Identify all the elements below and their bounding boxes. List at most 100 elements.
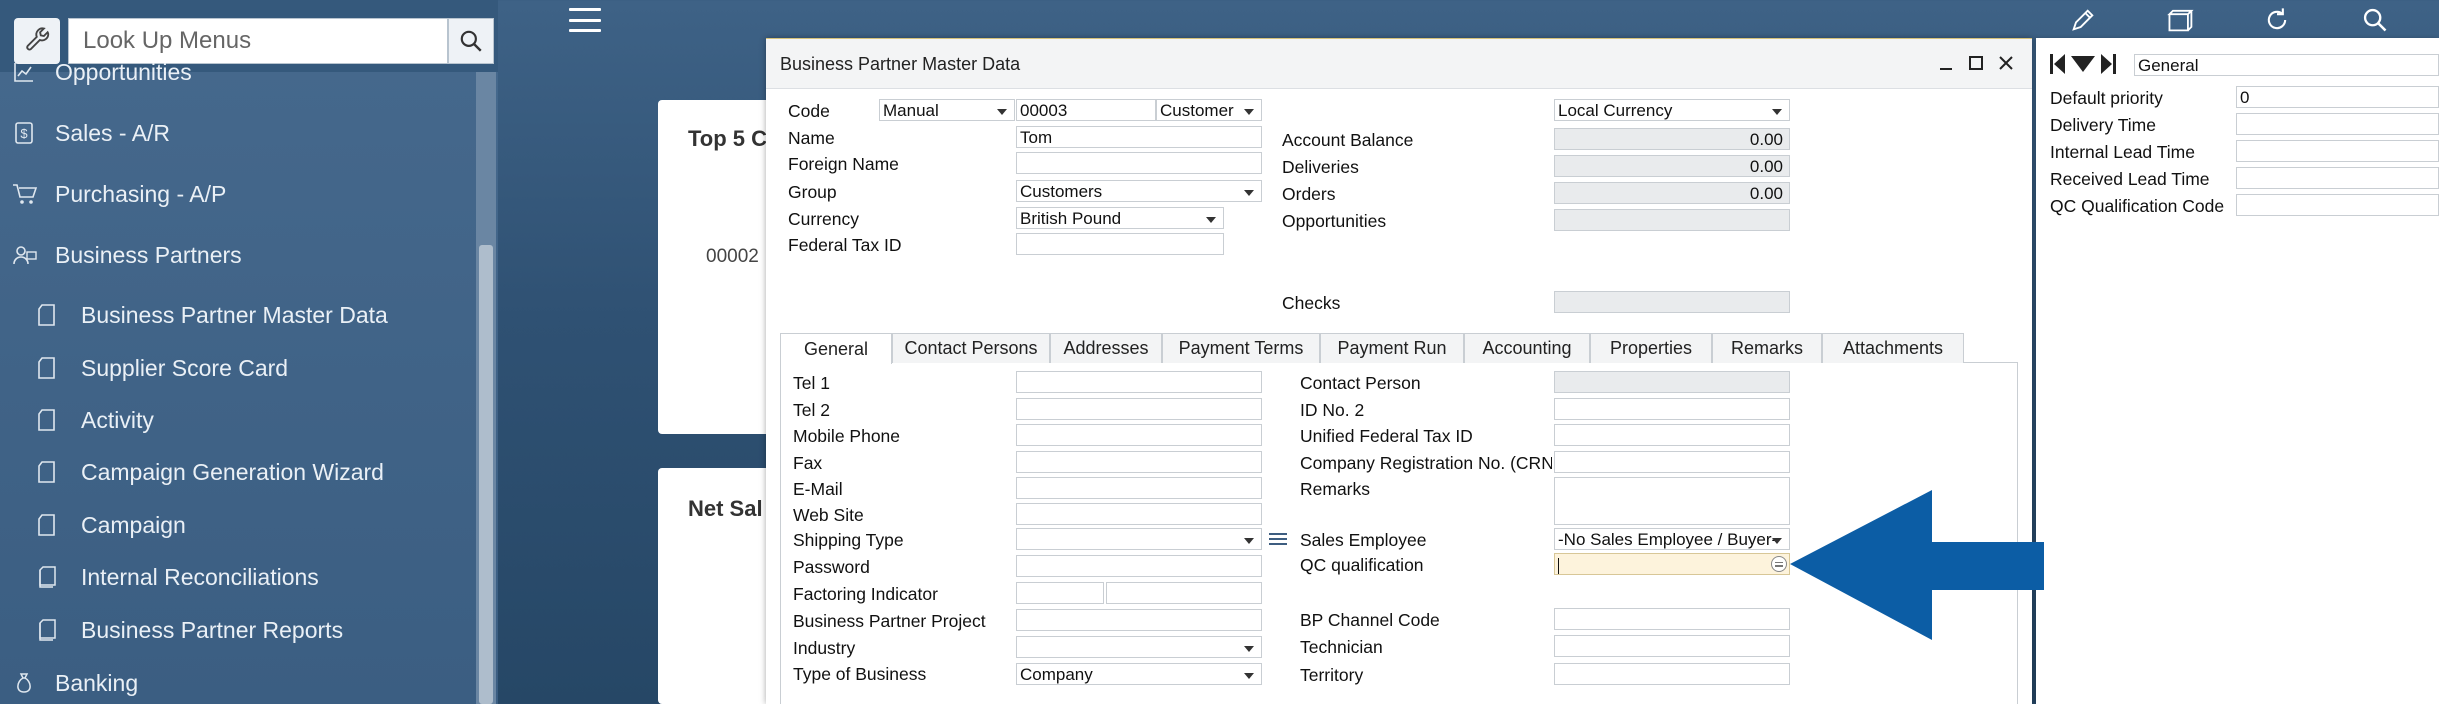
pencil-icon[interactable] [2058,0,2108,40]
sidebar-item-label: Activity [81,406,154,433]
industry-select[interactable] [1016,636,1262,658]
email-input[interactable] [1016,477,1262,499]
industry-label: Industry [793,638,856,658]
bp-type-select[interactable]: Customer [1156,99,1262,121]
list-icon[interactable] [1267,528,1289,550]
document-icon [36,303,58,333]
choose-from-list-icon[interactable] [1771,556,1787,572]
bp-channel-input[interactable] [1554,608,1790,630]
federal-tax-input[interactable] [1016,233,1224,255]
close-icon[interactable] [1994,51,2018,75]
search-icon [460,30,482,52]
id-no2-input[interactable] [1554,398,1790,420]
password-input[interactable] [1016,555,1262,577]
folder-icon[interactable] [2156,0,2206,40]
deliveries-label: Deliveries [1282,157,1359,177]
technician-input[interactable] [1554,635,1790,657]
sidebar-item-internal-reconciliations[interactable]: Internal Reconciliations [0,557,470,597]
sidebar-item-sales[interactable]: $ Sales - A/R [0,113,470,153]
tab-properties[interactable]: Properties [1590,333,1712,363]
mobile-label: Mobile Phone [793,426,901,446]
tab-payment-terms[interactable]: Payment Terms [1162,333,1320,363]
contact-person-label: Contact Person [1300,373,1421,393]
unified-tax-input[interactable] [1554,424,1790,446]
currency-select[interactable]: British Pound [1016,207,1224,229]
maximize-icon[interactable] [1964,51,1988,75]
qc-qualification-label: QC qualification [1300,555,1424,575]
code-input[interactable]: 00003 [1016,99,1156,121]
sidebar-item-supplier-score-card[interactable]: Supplier Score Card [0,348,470,388]
factoring-code-input[interactable] [1016,582,1104,604]
hamburger-menu-icon[interactable] [569,6,601,34]
local-currency-select[interactable]: Local Currency [1554,99,1790,121]
window-title-bar[interactable]: Business Partner Master Data [766,39,2032,89]
delivery-time-input[interactable] [2236,113,2439,135]
remarks-label: Remarks [1300,479,1371,499]
shipping-type-select[interactable] [1016,528,1262,550]
tel2-input[interactable] [1016,398,1262,420]
qc-code-label: QC Qualification Code [2050,196,2225,216]
foreign-name-label: Foreign Name [788,154,899,174]
qc-code-input[interactable] [2236,194,2439,216]
tab-contact-persons[interactable]: Contact Persons [892,333,1050,363]
sidebar-item-opportunities[interactable]: Opportunities [0,52,470,92]
remarks-input[interactable] [1554,477,1790,525]
tel1-input[interactable] [1016,371,1262,393]
type-business-select[interactable]: Company [1016,663,1262,685]
name-input[interactable]: Tom [1016,126,1262,148]
company-reg-input[interactable] [1554,451,1790,473]
tab-addresses[interactable]: Addresses [1050,333,1162,363]
tab-payment-run[interactable]: Payment Run [1320,333,1464,363]
sidebar-item-bp-master-data[interactable]: Business Partner Master Data [0,295,470,335]
internal-lead-label: Internal Lead Time [2050,142,2195,162]
orders-value: 0.00 [1554,182,1790,204]
fax-label: Fax [793,453,823,473]
bp-project-label: Business Partner Project [793,611,986,631]
fax-input[interactable] [1016,451,1262,473]
group-select[interactable]: Customers [1016,180,1262,202]
email-label: E-Mail [793,479,843,499]
tab-general[interactable]: General [780,333,892,364]
tab-remarks[interactable]: Remarks [1712,333,1822,363]
bp-channel-label: BP Channel Code [1300,610,1440,630]
mobile-input[interactable] [1016,424,1262,446]
sidebar-item-banking[interactable]: Banking [0,663,470,703]
sidebar-item-label: Opportunities [55,58,192,85]
refresh-icon[interactable] [2252,0,2302,40]
territory-input[interactable] [1554,663,1790,685]
sidebar-scrollbar-thumb[interactable] [479,245,493,704]
delivery-time-label: Delivery Time [2050,115,2156,135]
sidebar: Opportunities $ Sales - A/R Purchasing -… [0,0,498,704]
factoring-name-input[interactable] [1106,582,1262,604]
default-priority-input[interactable]: 0 [2236,86,2439,108]
udf-category-select[interactable]: General [2134,54,2439,76]
tab-attachments[interactable]: Attachments [1822,333,1964,363]
tel1-label: Tel 1 [793,373,830,393]
sidebar-item-campaign[interactable]: Campaign [0,505,470,545]
sidebar-item-business-partners[interactable]: Business Partners [0,235,470,275]
deliveries-value: 0.00 [1554,155,1790,177]
website-input[interactable] [1016,503,1262,525]
bp-project-input[interactable] [1016,609,1262,631]
sidebar-item-campaign-wizard[interactable]: Campaign Generation Wizard [0,452,470,492]
contact-person-value [1554,371,1790,393]
expand-icon[interactable] [2100,52,2116,76]
sales-employee-select[interactable]: -No Sales Employee / Buyer- [1554,528,1790,550]
search-icon[interactable] [2350,0,2400,40]
sales-employee-label: Sales Employee [1300,530,1427,550]
sidebar-item-label: Campaign [81,511,186,538]
sidebar-item-bp-reports[interactable]: Business Partner Reports [0,610,470,650]
collapse-icon[interactable] [2050,52,2066,76]
document-icon [36,408,58,438]
sidebar-item-purchasing[interactable]: Purchasing - A/P [0,174,470,214]
internal-lead-input[interactable] [2236,140,2439,162]
sidebar-item-activity[interactable]: Activity [0,400,470,440]
tab-accounting[interactable]: Accounting [1464,333,1590,363]
qc-qualification-input[interactable] [1554,553,1790,575]
code-series-select[interactable]: Manual [879,99,1015,121]
triangle-down-icon[interactable] [2070,55,2096,73]
minimize-icon[interactable] [1934,51,1958,75]
svg-text:$: $ [20,126,28,141]
foreign-name-input[interactable] [1016,152,1262,174]
received-lead-input[interactable] [2236,167,2439,189]
